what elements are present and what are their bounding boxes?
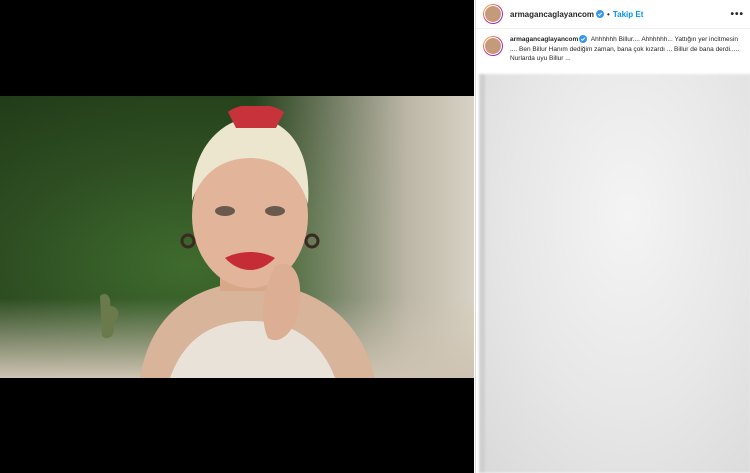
post-header: armagancaglayancom • Takip Et ••• [476, 0, 750, 29]
caption-avatar[interactable] [483, 36, 503, 56]
caption-body: armagancaglayancom Ahhhhhh Billur.... Ah… [510, 35, 744, 64]
more-options-icon[interactable]: ••• [730, 9, 744, 20]
comments-area [479, 74, 750, 473]
verified-badge-icon [579, 35, 588, 44]
comments-edge [479, 74, 485, 473]
post-caption: armagancaglayancom Ahhhhhh Billur.... Ah… [476, 29, 750, 68]
post-photo [0, 96, 474, 378]
caption-username[interactable]: armagancaglayancom [510, 36, 578, 43]
separator-dot: • [607, 9, 610, 19]
post-media[interactable] [0, 0, 474, 473]
follow-button[interactable]: Takip Et [613, 10, 644, 19]
portrait-figure [100, 106, 375, 378]
header-username[interactable]: armagancaglayancom [510, 10, 594, 19]
verified-badge-icon [596, 10, 605, 18]
post-sidebar: armagancaglayancom • Takip Et ••• armaga… [475, 0, 750, 473]
profile-avatar[interactable] [483, 4, 503, 24]
